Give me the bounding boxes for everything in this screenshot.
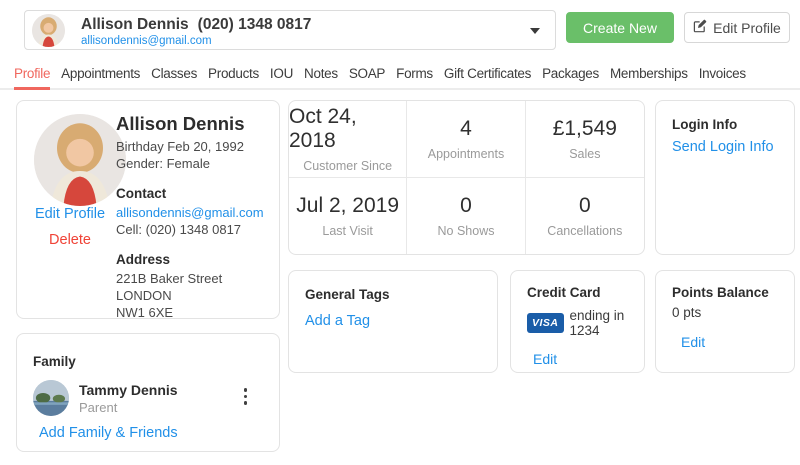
address-heading: Address [116,251,264,268]
stat-label: Sales [569,147,600,161]
stat-label: No Shows [438,224,495,238]
visa-badge-icon: VISA [527,313,564,333]
tab-products[interactable]: Products [208,61,259,90]
address-line: NW1 6XE [116,304,264,321]
contact-heading: Contact [116,185,264,202]
stat-last-visit: Jul 2, 2019 Last Visit [289,178,407,255]
tab-memberships[interactable]: Memberships [610,61,688,90]
stat-cancellations: 0 Cancellations [526,178,644,255]
tab-profile[interactable]: Profile [14,61,50,90]
edit-profile-button-label: Edit Profile [713,20,781,36]
tab-invoices[interactable]: Invoices [699,61,746,90]
customer-stats-card: Oct 24, 2018 Customer Since 4 Appointmen… [288,100,645,255]
profile-actions: Edit Profile Delete [17,205,123,248]
customer-phone: (020) 1348 0817 [198,16,312,33]
edit-profile-link[interactable]: Edit Profile [35,206,105,222]
points-balance-card: Points Balance 0 pts Edit [655,270,795,373]
stat-value: 0 [579,194,591,218]
stat-value: £1,549 [553,117,617,141]
profile-details: Allison Dennis Birthday Feb 20, 1992 Gen… [116,115,264,321]
customer-profile-page: Allison Dennis (020) 1348 0817 allisonden… [0,0,800,465]
tab-forms[interactable]: Forms [396,61,433,90]
credit-card-row: VISA ending in 1234 [527,308,628,338]
login-info-card: Login Info Send Login Info [655,100,795,255]
address-section: Address 221B Baker Street LONDON NW1 6XE [116,251,264,321]
tab-bar: Profile Appointments Classes Products IO… [0,61,800,90]
tab-gift-certificates[interactable]: Gift Certificates [444,61,531,90]
customer-name: Allison Dennis [81,16,189,33]
stat-value: 0 [460,194,472,218]
contact-section: Contact allisondennis@gmail.com Cell: (0… [116,185,264,238]
stat-customer-since: Oct 24, 2018 Customer Since [289,101,407,178]
stat-value: Oct 24, 2018 [289,105,406,153]
tab-soap[interactable]: SOAP [349,61,385,90]
kebab-menu-icon[interactable] [240,384,252,409]
customer-selector[interactable]: Allison Dennis (020) 1348 0817 allisonden… [24,10,556,50]
edit-icon [693,19,707,36]
credit-card-detail: ending in 1234 [570,308,628,338]
family-member-row[interactable]: Tammy Dennis Parent [33,380,263,418]
stat-label: Cancellations [547,224,622,238]
address-line: LONDON [116,287,264,304]
add-family-friends-link[interactable]: Add Family & Friends [39,425,178,441]
login-info-heading: Login Info [672,117,778,132]
customer-avatar [32,14,65,47]
customer-name-line: Allison Dennis (020) 1348 0817 [81,16,311,34]
family-member-name: Tammy Dennis [79,382,178,398]
profile-photo [34,114,126,206]
credit-card-edit-link[interactable]: Edit [533,351,557,367]
stat-appointments: 4 Appointments [407,101,525,178]
send-login-info-link[interactable]: Send Login Info [672,139,774,155]
points-balance-heading: Points Balance [672,285,778,300]
profile-card: Edit Profile Delete Allison Dennis Birth… [16,100,280,319]
address-line: 221B Baker Street [116,270,264,287]
tab-appointments[interactable]: Appointments [61,61,140,90]
tab-packages[interactable]: Packages [542,61,599,90]
add-tag-link[interactable]: Add a Tag [305,313,370,329]
tab-classes[interactable]: Classes [151,61,197,90]
general-tags-heading: General Tags [305,287,481,302]
stat-label: Customer Since [303,159,392,173]
create-new-button[interactable]: Create New [566,12,674,43]
points-balance-value: 0 pts [672,305,778,320]
delete-link[interactable]: Delete [17,232,123,248]
family-heading: Family [33,354,263,369]
tab-notes[interactable]: Notes [304,61,338,90]
stat-no-shows: 0 No Shows [407,178,525,255]
profile-name: Allison Dennis [116,115,264,132]
stat-label: Appointments [428,147,504,161]
tab-iou[interactable]: IOU [270,61,293,90]
stat-label: Last Visit [322,224,373,238]
family-member-relation: Parent [79,400,117,415]
stat-value: Jul 2, 2019 [296,194,399,218]
stat-value: 4 [460,117,472,141]
profile-cell: Cell: (020) 1348 0817 [116,221,264,238]
edit-profile-button[interactable]: Edit Profile [684,12,790,43]
profile-email-link[interactable]: allisondennis@gmail.com [116,204,264,221]
chevron-down-icon[interactable] [530,28,540,34]
profile-birthday: Birthday Feb 20, 1992 [116,138,264,155]
stat-sales: £1,549 Sales [526,101,644,178]
points-edit-link[interactable]: Edit [681,334,705,350]
family-member-avatar [33,380,69,416]
credit-card-heading: Credit Card [527,285,628,300]
credit-card-card: Credit Card VISA ending in 1234 Edit [510,270,645,373]
profile-gender: Gender: Female [116,155,264,172]
family-card: Family Tammy Dennis Parent Add Family & … [16,333,280,452]
customer-email: allisondennis@gmail.com [81,35,212,47]
general-tags-card: General Tags Add a Tag [288,270,498,373]
